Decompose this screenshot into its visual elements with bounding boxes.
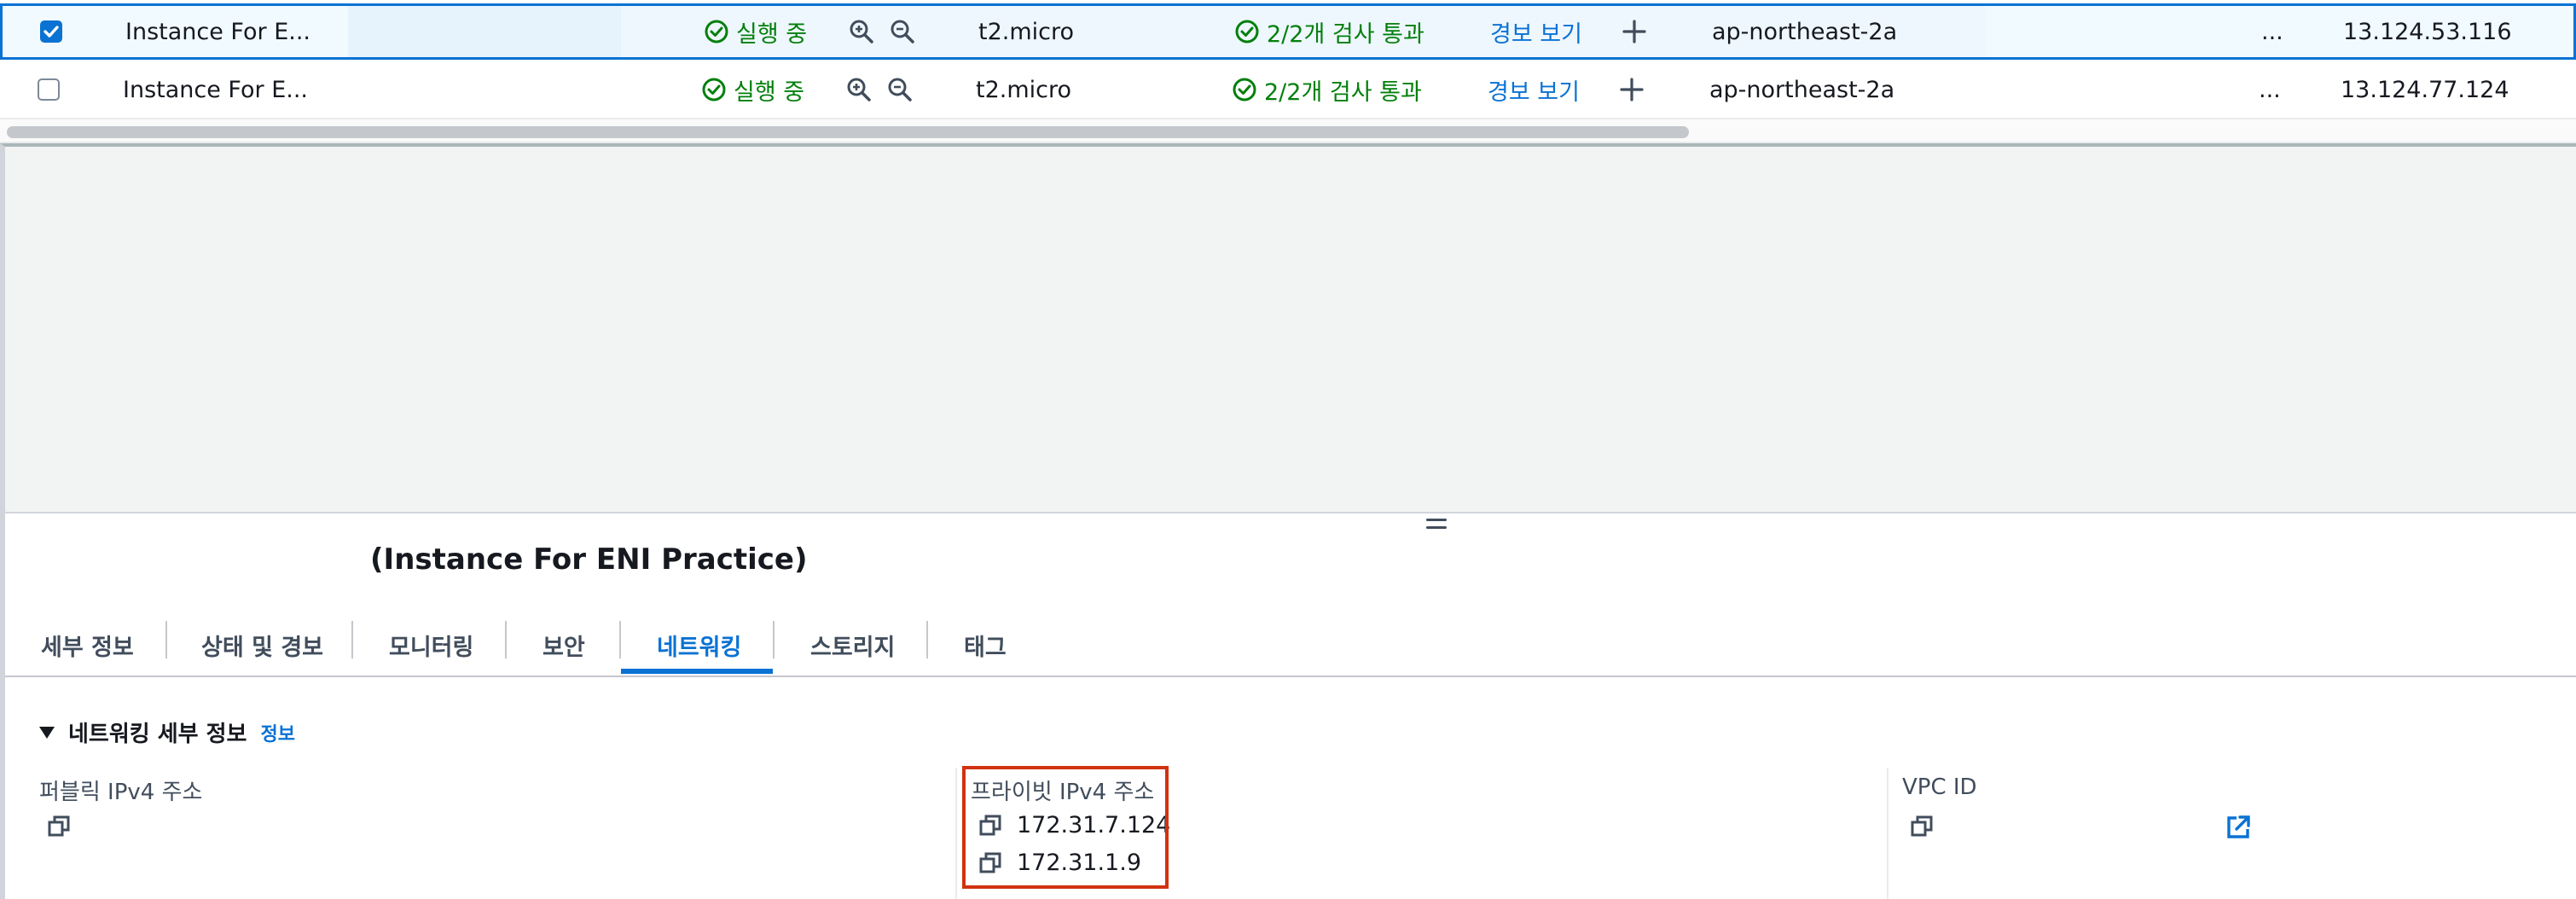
public-ipv4-label: 퍼블릭 IPv4 주소 [39, 780, 203, 805]
availability-zone: ap-northeast-2a [1709, 76, 1895, 103]
instance-state: 실행 중 [704, 6, 807, 57]
alarm-link[interactable]: 경보 보기 [1488, 61, 1580, 118]
info-link[interactable]: 정보 [260, 719, 294, 746]
instance-name[interactable]: Instance For E... [125, 6, 310, 57]
status-check: 2/2개 검사 통과 [1234, 6, 1424, 57]
public-ip: 13.124.53.116 [2343, 18, 2512, 45]
status-check: 2/2개 검사 통과 [1232, 61, 1422, 118]
zoom-out-icon[interactable] [887, 61, 913, 118]
redacted-cell [348, 6, 621, 57]
copy-icon[interactable] [46, 814, 72, 839]
scrollbar-thumb[interactable] [7, 126, 1689, 138]
alarm-link[interactable]: 경보 보기 [1490, 6, 1582, 57]
instance-state-label: 실행 중 [736, 20, 808, 48]
section-title: 네트워킹 세부 정보 [68, 722, 247, 747]
resize-handle-icon[interactable] [1426, 519, 1447, 532]
tab-monitoring[interactable]: 모니터링 [389, 614, 473, 676]
add-alarm-icon[interactable] [1622, 6, 1647, 57]
tab-divider [505, 621, 507, 658]
tab-status-alarms[interactable]: 상태 및 경보 [201, 614, 323, 676]
availability-zone: ap-northeast-2a [1712, 18, 1898, 45]
truncated-cell: ... [2261, 18, 2283, 45]
horizontal-scrollbar[interactable] [0, 119, 2576, 143]
tab-tags[interactable]: 태그 [964, 614, 1007, 676]
instance-type: t2.micro [978, 18, 1075, 45]
tab-divider [165, 621, 167, 658]
redacted-cell [1987, 6, 2242, 57]
zoom-in-icon[interactable] [849, 6, 874, 57]
tab-divider [926, 621, 928, 658]
highlight-box [962, 766, 1169, 889]
caret-down-icon [39, 726, 55, 739]
tab-divider [351, 621, 353, 658]
instance-state: 실행 중 [701, 61, 804, 118]
instance-name[interactable]: Instance For E... [123, 61, 308, 118]
tab-security[interactable]: 보안 [542, 614, 585, 676]
empty-area [0, 143, 2576, 512]
row-checkbox[interactable] [38, 78, 60, 101]
tab-networking[interactable]: 네트워킹 [657, 614, 741, 676]
column-divider [955, 768, 957, 899]
checkmark-icon [44, 26, 59, 38]
vpc-id-label: VPC ID [1902, 774, 1977, 800]
public-ip: 13.124.77.124 [2341, 76, 2509, 103]
tab-divider [773, 621, 775, 658]
success-check-icon [705, 20, 728, 44]
zoom-out-icon[interactable] [890, 6, 915, 57]
external-link-icon[interactable] [2225, 814, 2252, 841]
tab-divider [619, 621, 621, 658]
instance-state-label: 실행 중 [734, 78, 805, 106]
networking-section-header[interactable]: 네트워킹 세부 정보 정보 [39, 716, 295, 748]
instance-type: t2.micro [976, 76, 1072, 103]
column-divider [1887, 768, 1888, 899]
instances-table: Instance For E... 실행 중 t2.micro 2/2개 검사 … [0, 0, 2576, 143]
details-title: (Instance For ENI Practice) [370, 542, 808, 577]
active-tab-indicator [621, 669, 773, 674]
success-check-icon [1233, 78, 1256, 102]
status-check-label: 2/2개 검사 통과 [1264, 78, 1422, 106]
zoom-in-icon[interactable] [846, 61, 872, 118]
tab-details[interactable]: 세부 정보 [41, 614, 134, 676]
tab-storage[interactable]: 스토리지 [810, 614, 895, 676]
row-checkbox[interactable] [40, 20, 62, 43]
table-row[interactable]: Instance For E... 실행 중 t2.micro 2/2개 검사 … [0, 61, 2576, 119]
copy-icon[interactable] [1909, 814, 1935, 839]
details-tabs: 세부 정보 상태 및 경보 모니터링 보안 네트워킹 스토리지 태그 [5, 614, 2576, 677]
truncated-cell: ... [2259, 76, 2281, 103]
status-check-label: 2/2개 검사 통과 [1267, 20, 1424, 48]
success-check-icon [1235, 20, 1259, 44]
add-alarm-icon[interactable] [1619, 61, 1645, 118]
table-row[interactable]: Instance For E... 실행 중 t2.micro 2/2개 검사 … [0, 3, 2576, 60]
success-check-icon [702, 78, 726, 102]
